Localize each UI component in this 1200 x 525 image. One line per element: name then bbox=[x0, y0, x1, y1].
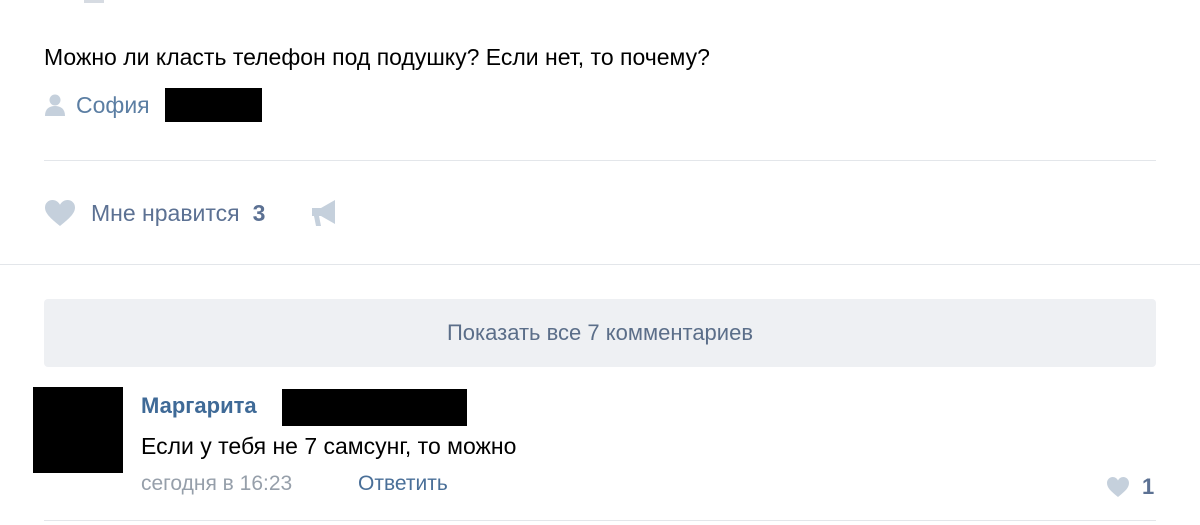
comment-timestamp[interactable]: сегодня в 16:23 bbox=[141, 472, 292, 496]
redacted-surname bbox=[165, 88, 262, 122]
like-button[interactable]: Мне нравится bbox=[91, 200, 240, 227]
comment-like-count: 1 bbox=[1142, 474, 1155, 499]
comment-like-button[interactable]: 1 bbox=[1106, 474, 1154, 500]
divider bbox=[44, 520, 1156, 521]
section-divider bbox=[0, 264, 1200, 265]
person-icon bbox=[44, 93, 66, 117]
comment-text: Если у тебя не 7 самсунг, то можно bbox=[141, 433, 517, 459]
heart-small-icon bbox=[1106, 476, 1130, 498]
post-author-name[interactable]: София bbox=[76, 92, 150, 119]
comment-author[interactable]: Маргарита bbox=[141, 393, 257, 419]
post-question-text: Можно ли класть телефон под подушку? Есл… bbox=[44, 44, 710, 70]
avatar[interactable] bbox=[33, 387, 123, 473]
reply-button[interactable]: Ответить bbox=[358, 472, 448, 496]
post-author[interactable]: София bbox=[44, 88, 150, 122]
divider bbox=[44, 160, 1156, 161]
show-all-comments-label: Показать все 7 комментариев bbox=[446, 320, 754, 345]
redacted-surname bbox=[282, 389, 467, 426]
show-all-comments-button[interactable]: Показать все 7 комментариев bbox=[44, 299, 1156, 367]
post-actions: Мне нравится 3 bbox=[44, 196, 341, 230]
like-count: 3 bbox=[252, 199, 266, 226]
heart-icon[interactable] bbox=[44, 199, 76, 227]
share-megaphone-icon[interactable] bbox=[309, 198, 341, 228]
previous-post-remnant bbox=[84, 0, 104, 3]
